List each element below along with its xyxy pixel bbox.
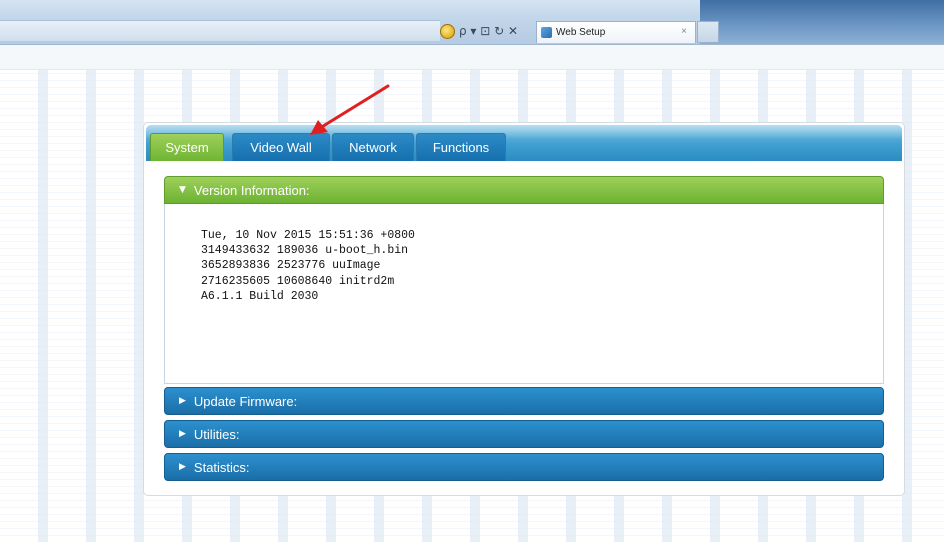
address-bar[interactable] [0,20,440,41]
compatibility-icon[interactable] [440,23,455,39]
collapse-arrow-icon: ▶ [179,462,186,472]
section-version-title: Version Information: [193,182,310,198]
tab-functions[interactable]: Functions [416,133,506,161]
browser-toolbar-strip [0,45,944,70]
version-line: A6.1.1 Build 2030 [201,289,319,303]
version-line: Tue, 10 Nov 2015 15:51:36 +0800 [201,229,415,242]
main-tab-bar: System Video Wall Network Functions [146,125,902,161]
version-info-text: Tue, 10 Nov 2015 15:51:36 +0800 31494336… [201,228,415,304]
browser-tab-title: Web Setup [556,27,606,38]
section-utilities-header[interactable]: ▶ Utilities: [164,420,884,448]
expand-arrow-icon: ▼ [179,185,186,195]
browser-tab-web-setup[interactable]: Web Setup × [536,21,696,43]
version-line: 2716235605 10608640 initrd2m [201,274,395,288]
collapse-arrow-icon: ▶ [179,396,186,406]
section-version-body: Tue, 10 Nov 2015 15:51:36 +0800 31494336… [164,204,884,384]
window-titlebar [700,0,944,44]
tab-system-label: System [165,140,209,155]
address-bar-controls: ρ ▾ ⊡ ↻ ✕ [440,22,518,40]
new-tab-button[interactable] [697,21,719,43]
tab-network-label: Network [349,140,397,155]
annotation-arrow-icon [310,84,390,135]
browser-chrome: ρ ▾ ⊡ ↻ ✕ Web Setup × [0,0,944,45]
section-utilities-title: Utilities: [193,426,240,442]
tab-close-icon[interactable]: × [681,26,687,37]
address-controls-icons[interactable]: ρ ▾ ⊡ ↻ ✕ [459,24,518,38]
section-statistics-header[interactable]: ▶ Statistics: [164,453,884,481]
version-line: 3149433632 189036 u-boot_h.bin [201,244,409,258]
settings-panel: System Video Wall Network Functions ▼ Ve… [143,122,905,496]
ie-page-icon [541,27,552,38]
collapse-arrow-icon: ▶ [179,429,186,439]
section-update-firmware-title: Update Firmware: [193,393,298,409]
section-update-firmware-header[interactable]: ▶ Update Firmware: [164,387,884,415]
section-statistics-title: Statistics: [193,459,250,475]
section-version-header[interactable]: ▼ Version Information: [164,176,884,204]
version-line: 3652893836 2523776 uuImage [201,259,381,273]
tab-video-wall-label: Video Wall [250,140,312,155]
tab-functions-label: Functions [432,140,490,155]
tab-system[interactable]: System [150,133,224,161]
